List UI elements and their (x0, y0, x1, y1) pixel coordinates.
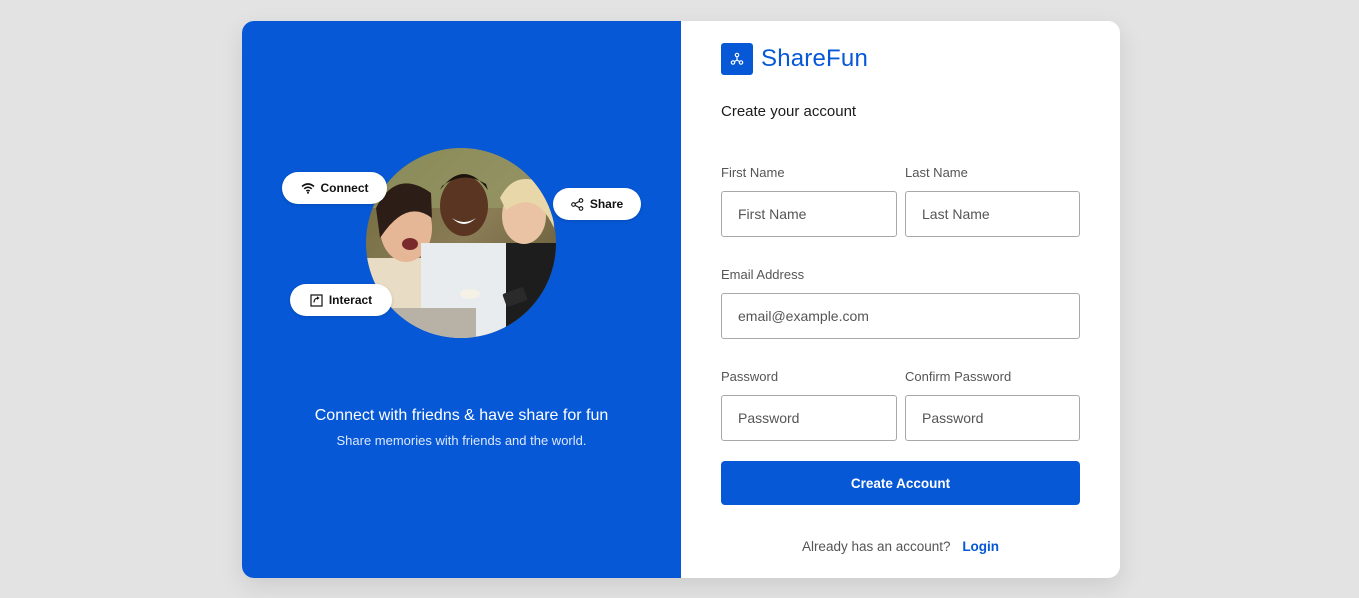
connect-pill: Connect (282, 172, 387, 204)
wifi-icon (300, 182, 315, 194)
connect-label: Connect (320, 181, 369, 195)
first-name-label: First Name (721, 165, 785, 180)
last-name-input[interactable] (905, 191, 1080, 237)
signup-card: Connect Share Interact Connect with frie… (242, 21, 1120, 578)
interact-pill: Interact (290, 284, 392, 316)
email-input[interactable] (721, 293, 1080, 339)
last-name-label: Last Name (905, 165, 968, 180)
first-name-input[interactable] (721, 191, 897, 237)
password-input[interactable] (721, 395, 897, 441)
share-label: Share (589, 197, 624, 211)
confirm-password-label: Confirm Password (905, 369, 1012, 384)
brand-name: ShareFun (761, 45, 868, 72)
confirm-password-input[interactable] (905, 395, 1080, 441)
login-prompt: Already has an account? Login (681, 539, 1120, 554)
login-link[interactable]: Login (962, 539, 999, 554)
login-prompt-text: Already has an account? (801, 539, 951, 554)
brand: ShareFun (721, 43, 868, 75)
share-icon (570, 197, 584, 211)
hero-panel: Connect Share Interact Connect with frie… (242, 21, 681, 578)
password-label: Password (721, 369, 779, 384)
share-pill: Share (553, 188, 641, 220)
interact-label: Interact (328, 293, 373, 307)
friends-photo (366, 148, 556, 338)
share-nodes-icon (721, 43, 753, 75)
email-label: Email Address (721, 267, 805, 282)
create-account-button[interactable]: Create Account (721, 461, 1080, 505)
hero-subtitle: Share memories with friends and the worl… (336, 433, 587, 448)
hero-title: Connect with friedns & have share for fu… (314, 407, 609, 424)
form-heading: Create your account (721, 103, 857, 120)
interact-icon (310, 293, 323, 307)
signup-form-panel: ShareFun Create your account First Name … (681, 21, 1120, 578)
